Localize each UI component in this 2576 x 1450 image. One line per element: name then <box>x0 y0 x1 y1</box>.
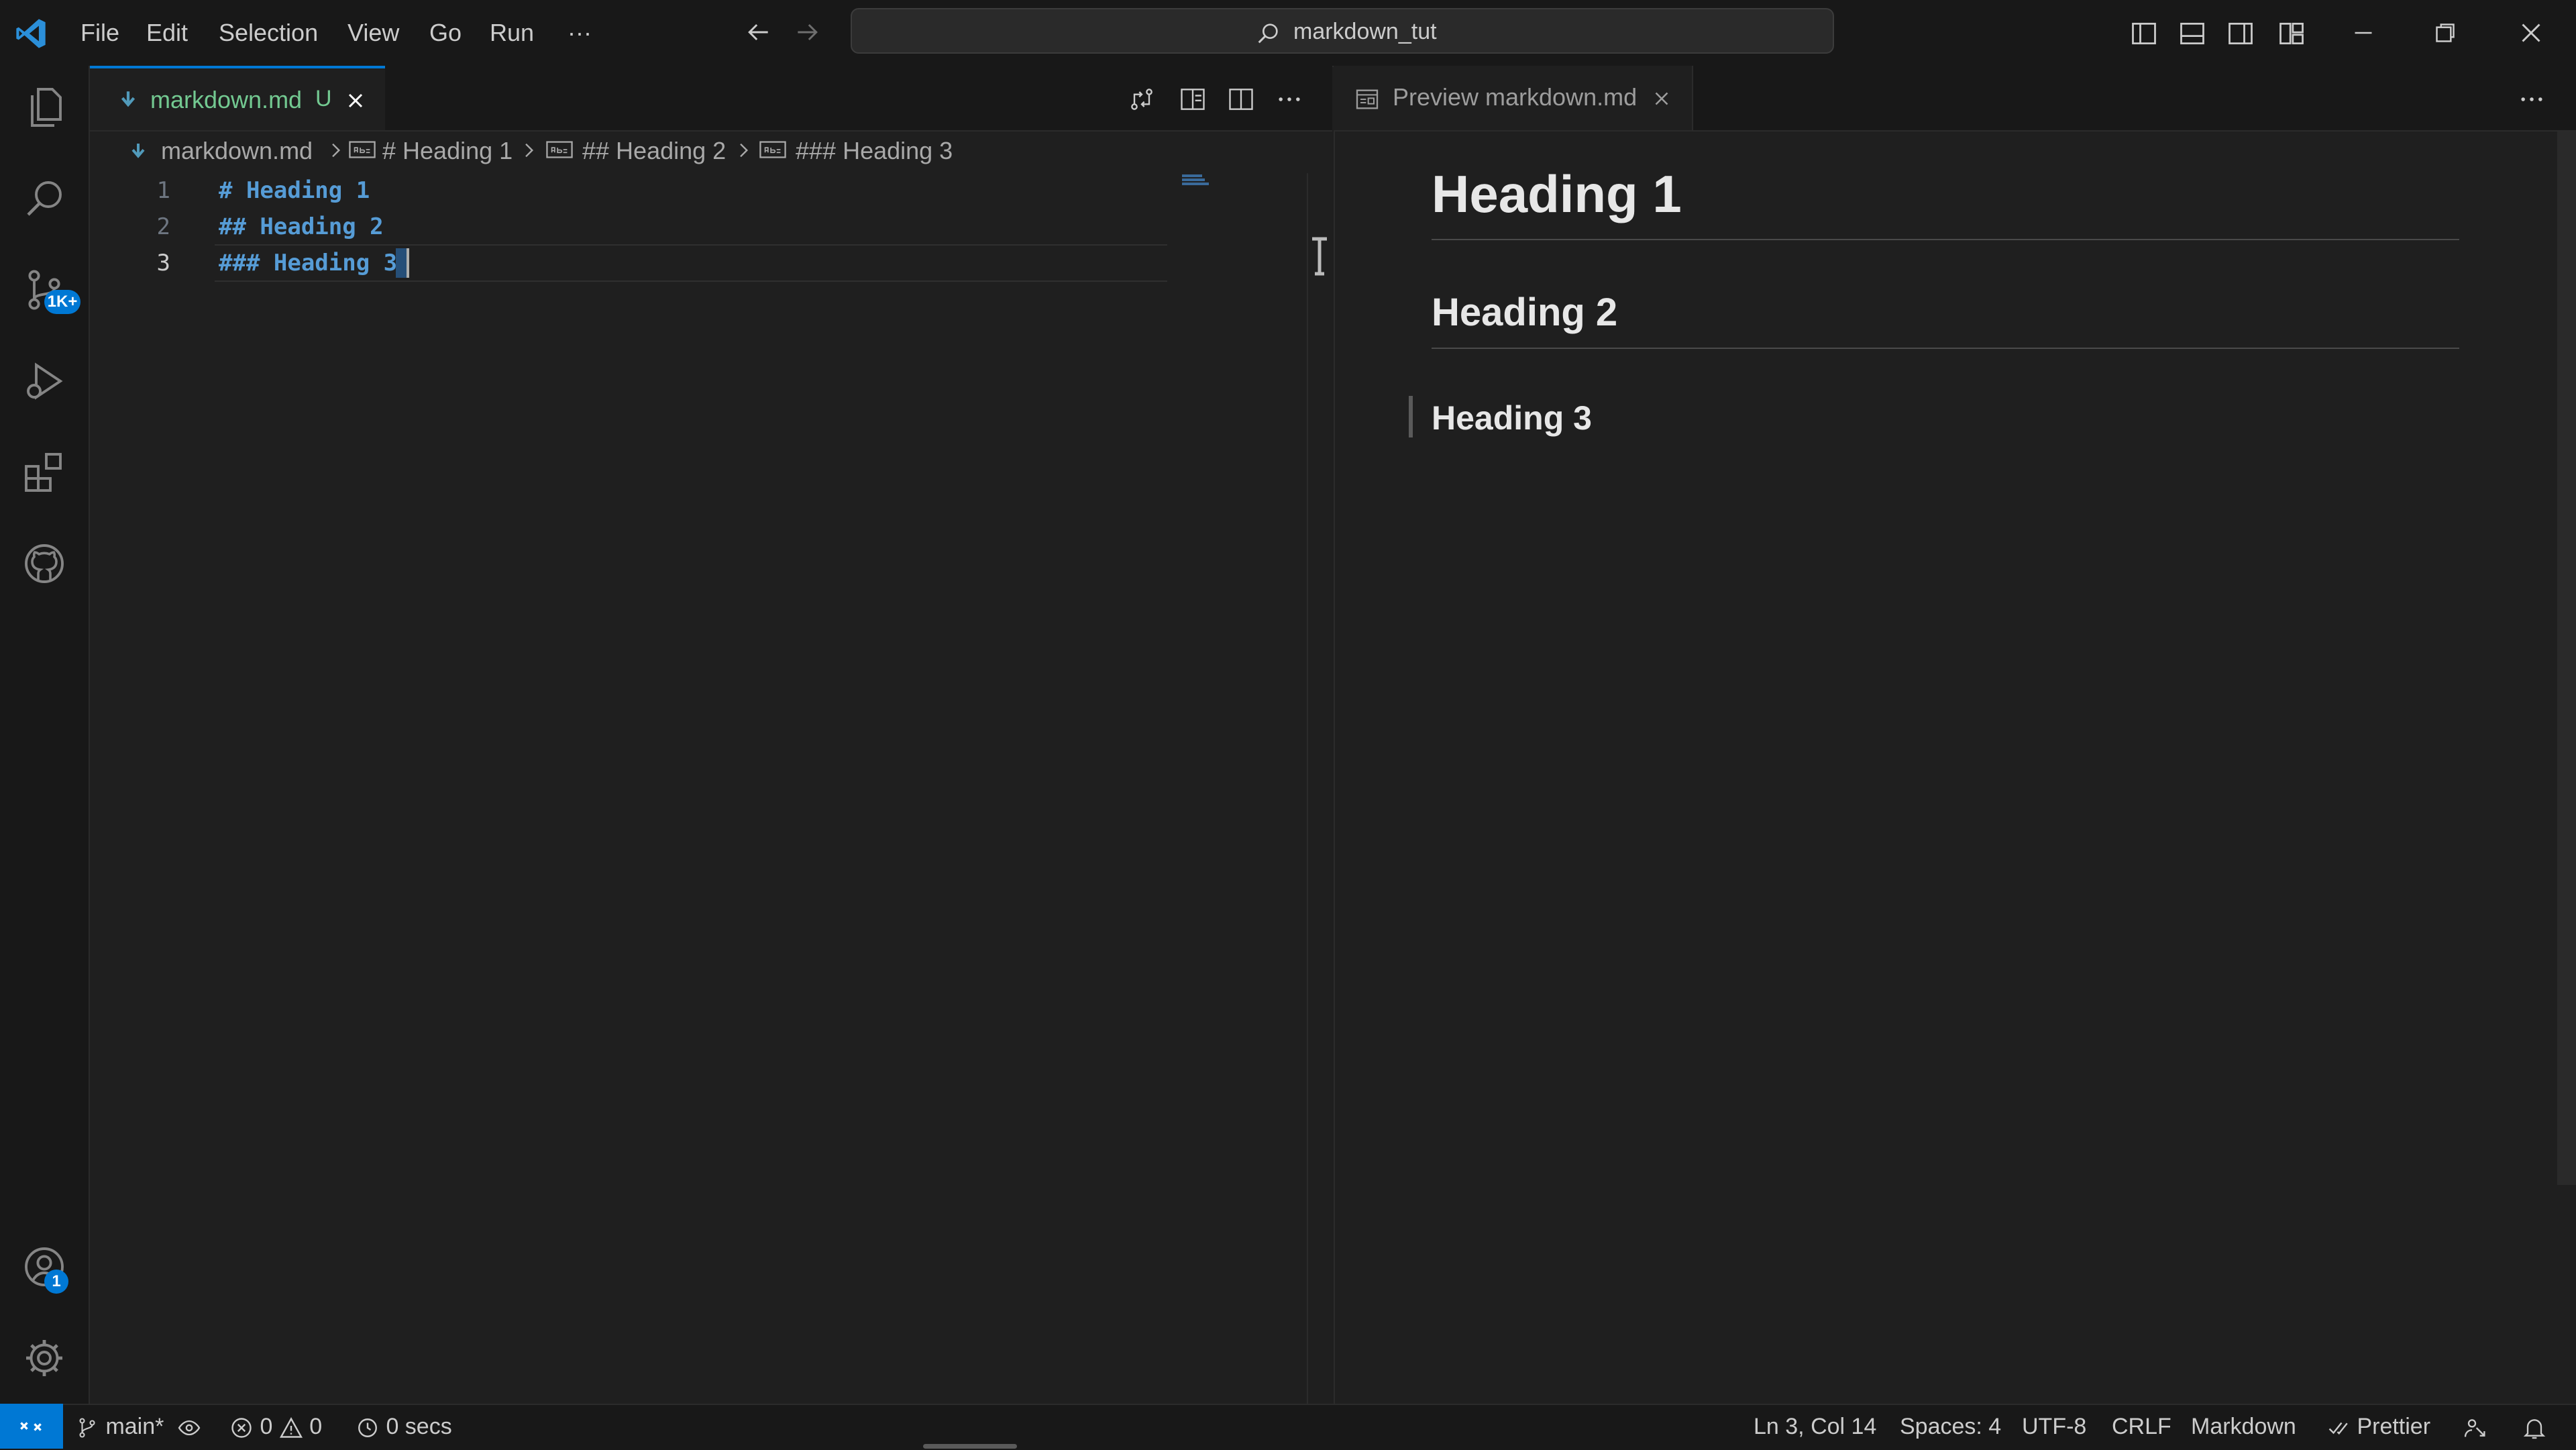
more-actions-icon[interactable] <box>1275 85 1304 114</box>
formatter-status[interactable]: Prettier <box>2326 1412 2430 1441</box>
timer-value: 0 secs <box>386 1414 452 1439</box>
explorer-files-icon[interactable] <box>20 83 68 132</box>
panel-drag-handle[interactable] <box>923 1444 1017 1449</box>
menu-run[interactable]: Run <box>490 15 534 51</box>
language-mode[interactable]: Markdown <box>2191 1412 2296 1441</box>
menu-edit[interactable]: Edit <box>146 15 188 51</box>
extensions-icon[interactable] <box>20 448 68 497</box>
menu-go[interactable]: Go <box>429 15 462 51</box>
sync-icon[interactable] <box>176 1412 203 1441</box>
breadcrumb-file[interactable]: markdown.md <box>161 137 313 165</box>
encoding[interactable]: UTF-8 <box>2022 1412 2086 1441</box>
command-center-label: markdown_tut <box>1293 19 1437 44</box>
line-number: 3 <box>156 250 170 276</box>
tab-label: markdown.md <box>150 86 303 113</box>
breadcrumb-heading-2[interactable]: ## Heading 2 <box>582 137 726 165</box>
close-tab-icon[interactable] <box>343 89 368 113</box>
preview-group <box>1334 66 2576 1404</box>
restore-icon[interactable] <box>2428 16 2462 50</box>
tab-preview-markdown[interactable]: Preview markdown.md <box>1334 66 1693 130</box>
vscode-logo-icon <box>13 16 48 51</box>
editor-scrollbar[interactable] <box>1307 173 1334 1404</box>
source-control-badge: 1K+ <box>44 290 80 314</box>
search-icon[interactable] <box>20 174 68 223</box>
heading-divider <box>1432 348 2459 349</box>
git-branch-icon <box>79 1418 95 1438</box>
toggle-secondary-sidebar-icon[interactable] <box>2226 19 2255 48</box>
menu-more[interactable]: ··· <box>568 15 592 51</box>
accounts-badge: 1 <box>44 1270 68 1294</box>
close-window-icon[interactable] <box>2514 16 2548 50</box>
command-center-search[interactable]: markdown_tut <box>851 8 1834 54</box>
line-number: 2 <box>156 213 170 240</box>
warning-count: 0 <box>309 1414 323 1439</box>
code-line[interactable]: ### Heading 3 <box>219 250 397 276</box>
arrow-left-icon[interactable] <box>743 17 773 47</box>
customize-layout-icon[interactable] <box>2277 19 2306 48</box>
preview-heading-2: Heading 2 <box>1432 291 1618 334</box>
split-editor-icon[interactable] <box>1226 85 1256 114</box>
bell-icon[interactable] <box>2521 1412 2548 1441</box>
branch-status[interactable]: main* <box>75 1412 164 1441</box>
breadcrumb-heading-3[interactable]: ### Heading 3 <box>796 137 953 165</box>
preview-heading-3: Heading 3 <box>1432 399 1592 437</box>
markdown-file-icon <box>117 89 140 111</box>
minimap[interactable] <box>1181 173 1241 187</box>
toggle-primary-sidebar-icon[interactable] <box>2129 19 2159 48</box>
preview-icon <box>1354 86 1381 113</box>
source-control-icon[interactable]: 1K+ <box>20 266 80 326</box>
code-line[interactable]: # Heading 1 <box>219 177 370 204</box>
github-icon[interactable] <box>20 539 68 588</box>
close-tab-icon[interactable] <box>1650 87 1673 110</box>
indentation[interactable]: Spaces: 4 <box>1900 1412 2001 1441</box>
tab-markdown-md[interactable]: markdown.md U <box>90 66 385 130</box>
breadcrumb-heading-1[interactable]: # Heading 1 <box>382 137 513 165</box>
string-symbol-icon <box>349 140 376 160</box>
tab-label: Preview markdown.md <box>1393 83 1638 111</box>
history-icon <box>358 1418 377 1437</box>
remote-icon <box>16 1412 46 1441</box>
double-check-icon <box>2328 1422 2348 1435</box>
error-icon <box>231 1418 252 1438</box>
chevron-right-icon <box>518 138 539 162</box>
arrow-right-icon[interactable] <box>793 17 822 47</box>
search-icon <box>1254 20 1281 47</box>
breadcrumb: markdown.md # Heading 1 ## Heading 2 ###… <box>90 132 1332 173</box>
menu-selection[interactable]: Selection <box>219 15 318 51</box>
formatter-name: Prettier <box>2357 1414 2431 1439</box>
line-number: 1 <box>156 177 170 204</box>
open-changes-icon[interactable] <box>1127 85 1157 114</box>
chevron-right-icon <box>733 138 754 162</box>
problems-status[interactable]: 0 0 <box>229 1412 322 1441</box>
branch-name: main* <box>105 1414 164 1439</box>
minimize-icon[interactable] <box>2347 16 2380 50</box>
run-debug-icon[interactable] <box>20 357 68 405</box>
feedback-icon[interactable] <box>2462 1412 2489 1441</box>
markdown-file-icon <box>127 141 149 162</box>
accounts-icon[interactable]: 1 <box>20 1243 80 1303</box>
remote-indicator[interactable] <box>0 1404 63 1449</box>
heading-marker <box>1409 396 1413 437</box>
preview-scrollbar[interactable] <box>2557 132 2576 1185</box>
error-count: 0 <box>260 1414 273 1439</box>
warning-icon <box>279 1417 303 1438</box>
gear-icon[interactable] <box>20 1334 68 1382</box>
open-preview-side-icon[interactable] <box>1178 85 1208 114</box>
tab-untracked-status: U <box>315 86 332 111</box>
line-ending[interactable]: CRLF <box>2112 1412 2171 1441</box>
string-symbol-icon <box>759 140 786 160</box>
menu-file[interactable]: File <box>80 15 119 51</box>
heading-divider <box>1432 239 2459 240</box>
menu-view[interactable]: View <box>347 15 399 51</box>
toggle-panel-icon[interactable] <box>2178 19 2207 48</box>
cursor-position[interactable]: Ln 3, Col 14 <box>1754 1412 1876 1441</box>
more-actions-icon[interactable] <box>2517 85 2546 114</box>
text-cursor-indicator-icon <box>1309 236 1330 276</box>
code-line[interactable]: ## Heading 2 <box>219 213 384 240</box>
string-symbol-icon <box>546 140 573 160</box>
chevron-right-icon <box>325 138 346 162</box>
preview-heading-1: Heading 1 <box>1432 164 1682 223</box>
timer-status[interactable]: 0 secs <box>356 1412 452 1441</box>
text-caret <box>407 248 409 278</box>
